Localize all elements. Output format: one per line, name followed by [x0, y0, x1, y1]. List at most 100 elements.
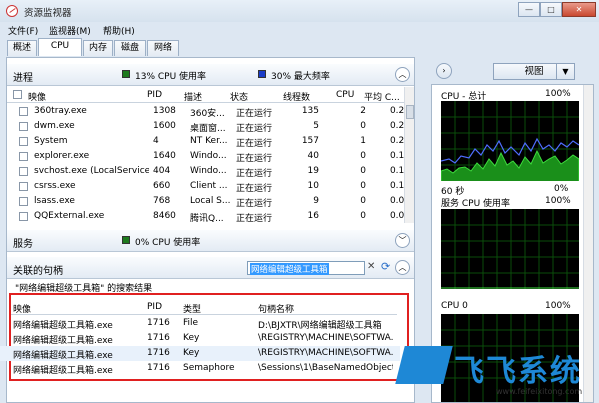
handles-col-image[interactable]: 映像 [13, 302, 31, 315]
close-button[interactable]: ✕ [562, 2, 596, 17]
service-cpu-graph [441, 209, 579, 289]
process-cell: 正在运行 [236, 109, 273, 119]
service-cpu-graph-svg [441, 209, 579, 289]
process-cell: 40 [307, 151, 319, 161]
handles-col-type[interactable]: 类型 [183, 302, 201, 315]
processes-scrollbar[interactable] [404, 87, 414, 223]
handle-cell: Key [183, 348, 200, 358]
service-cpu-title: 服务 CPU 使用率 [441, 199, 511, 209]
col-description[interactable]: 描述 [184, 90, 202, 103]
process-row[interactable]: QQExternal.exe 8460 腾讯Q... 正在运行 16 0 0.06 [13, 209, 411, 224]
tab-disk[interactable]: 磁盘 [114, 40, 146, 56]
handle-cell: Key [183, 333, 200, 343]
maximize-button[interactable]: □ [540, 2, 562, 17]
tab-memory[interactable]: 内存 [83, 40, 113, 56]
handle-cell: Semaphore [183, 363, 235, 373]
process-checkbox[interactable] [19, 197, 28, 206]
process-cell: 正在运行 [236, 199, 273, 209]
process-checkbox[interactable] [19, 122, 28, 131]
process-row[interactable]: 360tray.exe 1308 360安... 正在运行 135 2 0.29 [13, 104, 411, 119]
process-cell: lsass.exe [34, 196, 75, 206]
process-cell: 0 [360, 181, 366, 191]
process-cell: csrss.exe [34, 181, 76, 191]
cpu0-title: CPU 0 [441, 301, 468, 311]
process-cell: 360tray.exe [34, 106, 87, 116]
process-cell: 1640 [153, 151, 176, 161]
handle-cell: \Sessions\1\BaseNamedObjects... [258, 363, 393, 373]
col-image[interactable]: 映像 [28, 90, 46, 103]
process-checkbox[interactable] [19, 182, 28, 191]
col-pid[interactable]: PID [147, 90, 162, 100]
processes-title: 进程 [13, 73, 33, 84]
handles-col-handle-name[interactable]: 句柄名称 [258, 302, 294, 315]
process-checkbox[interactable] [19, 152, 28, 161]
services-header[interactable]: 服务 0% CPU 使用率 ﹀ [7, 230, 414, 252]
tab-overview[interactable]: 概述 [7, 40, 37, 56]
handles-column-header: 映像 PID 类型 句柄名称 [11, 299, 397, 315]
service-cpu-max: 100% [545, 196, 571, 206]
handle-row[interactable]: 网络编辑超级工具箱.exe 1716 File D:\BJXTR\网络编辑超级工具箱 [0, 316, 400, 331]
handles-title: 关联的句柄 [13, 266, 63, 277]
handle-cell: 网络编辑超级工具箱.exe [13, 336, 113, 346]
process-checkbox[interactable] [19, 212, 28, 221]
process-row[interactable]: lsass.exe 768 Local S... 正在运行 9 0 0.07 [13, 194, 411, 209]
refresh-search-icon[interactable]: ⟳ [381, 260, 390, 273]
max-frequency-legend-swatch [258, 70, 266, 78]
menu-help[interactable]: 帮助(H) [103, 24, 135, 37]
cpu-total-min: 0% [554, 184, 569, 194]
process-cell: Windo... [190, 151, 227, 161]
process-cell: 正在运行 [236, 184, 273, 194]
process-cell: NT Ker... [190, 136, 228, 146]
process-row[interactable]: dwm.exe 1600 桌面窗... 正在运行 5 0 0.27 [13, 119, 411, 134]
collapse-handles-button[interactable]: ︿ [395, 260, 410, 275]
view-button-label: 视图 [524, 66, 544, 77]
process-row[interactable]: svchost.exe (LocalServiceN... 404 Windo...… [13, 164, 411, 179]
process-cell: 正在运行 [236, 124, 273, 134]
max-frequency-line [441, 137, 579, 164]
handle-cell: 1716 [147, 363, 170, 373]
process-cell: 10 [307, 181, 319, 191]
process-checkbox[interactable] [19, 167, 28, 176]
col-avg-cpu[interactable]: 平均 C... [364, 90, 400, 103]
menu-file[interactable]: 文件(F) [8, 24, 38, 37]
tab-network[interactable]: 网络 [147, 40, 179, 56]
cpu-usage-legend: 13% CPU 使用率 [135, 72, 207, 82]
minimize-button[interactable]: — [518, 2, 540, 17]
clear-search-icon[interactable]: ✕ [367, 261, 375, 272]
menu-monitor[interactable]: 监视器(M) [49, 24, 91, 37]
handle-row[interactable]: 网络编辑超级工具箱.exe 1716 Key \REGISTRY\MACHINE\SO… [0, 331, 400, 346]
handles-col-pid[interactable]: PID [147, 302, 162, 312]
handle-cell: 网络编辑超级工具箱.exe [13, 321, 113, 331]
process-cell: 正在运行 [236, 139, 273, 149]
cpu-total-graph-svg [441, 101, 579, 181]
handle-row[interactable]: 网络编辑超级工具箱.exe 1716 Semaphore \Sessions\1\Ba… [0, 361, 400, 376]
col-threads[interactable]: 线程数 [283, 90, 310, 103]
cpu-usage-legend-swatch [122, 70, 130, 78]
view-dropdown-icon[interactable]: ▼ [556, 63, 575, 80]
process-row[interactable]: System 4 NT Ker... 正在运行 157 1 0.20 [13, 134, 411, 149]
process-row[interactable]: explorer.exe 1640 Windo... 正在运行 40 0 0.13 [13, 149, 411, 164]
process-checkbox[interactable] [19, 137, 28, 146]
process-cell: 404 [153, 166, 171, 176]
handle-cell: D:\BJXTR\网络编辑超级工具箱 [258, 321, 382, 331]
process-cell: 0 [360, 166, 366, 176]
handle-row[interactable]: 网络编辑超级工具箱.exe 1716 Key \REGISTRY\MACHINE\SO… [0, 346, 400, 361]
process-cell: 2 [360, 106, 366, 116]
process-cell: 5 [313, 121, 319, 131]
collapse-processes-button[interactable]: ︿ [395, 67, 410, 82]
tab-cpu[interactable]: CPU [38, 38, 82, 56]
watermark-logo-icon [395, 346, 453, 384]
select-all-checkbox[interactable] [13, 90, 22, 99]
expand-panel-button[interactable]: › [436, 63, 452, 79]
processes-scroll-thumb[interactable] [406, 105, 414, 119]
expand-services-button[interactable]: ﹀ [395, 233, 410, 248]
processes-header[interactable]: 进程 13% CPU 使用率 30% 最大频率 ︿ [7, 64, 414, 86]
process-row[interactable]: csrss.exe 660 Client ... 正在运行 10 0 0.10 [13, 179, 411, 194]
col-status[interactable]: 状态 [230, 90, 248, 103]
process-checkbox[interactable] [19, 107, 28, 116]
process-cell: 768 [153, 196, 171, 206]
col-cpu[interactable]: CPU [336, 90, 354, 100]
handle-cell: \REGISTRY\MACHINE\SOFTWA... [258, 333, 393, 343]
process-cell: 正在运行 [236, 169, 273, 179]
handles-search-input[interactable]: 网络编辑超级工具箱 [247, 261, 365, 275]
